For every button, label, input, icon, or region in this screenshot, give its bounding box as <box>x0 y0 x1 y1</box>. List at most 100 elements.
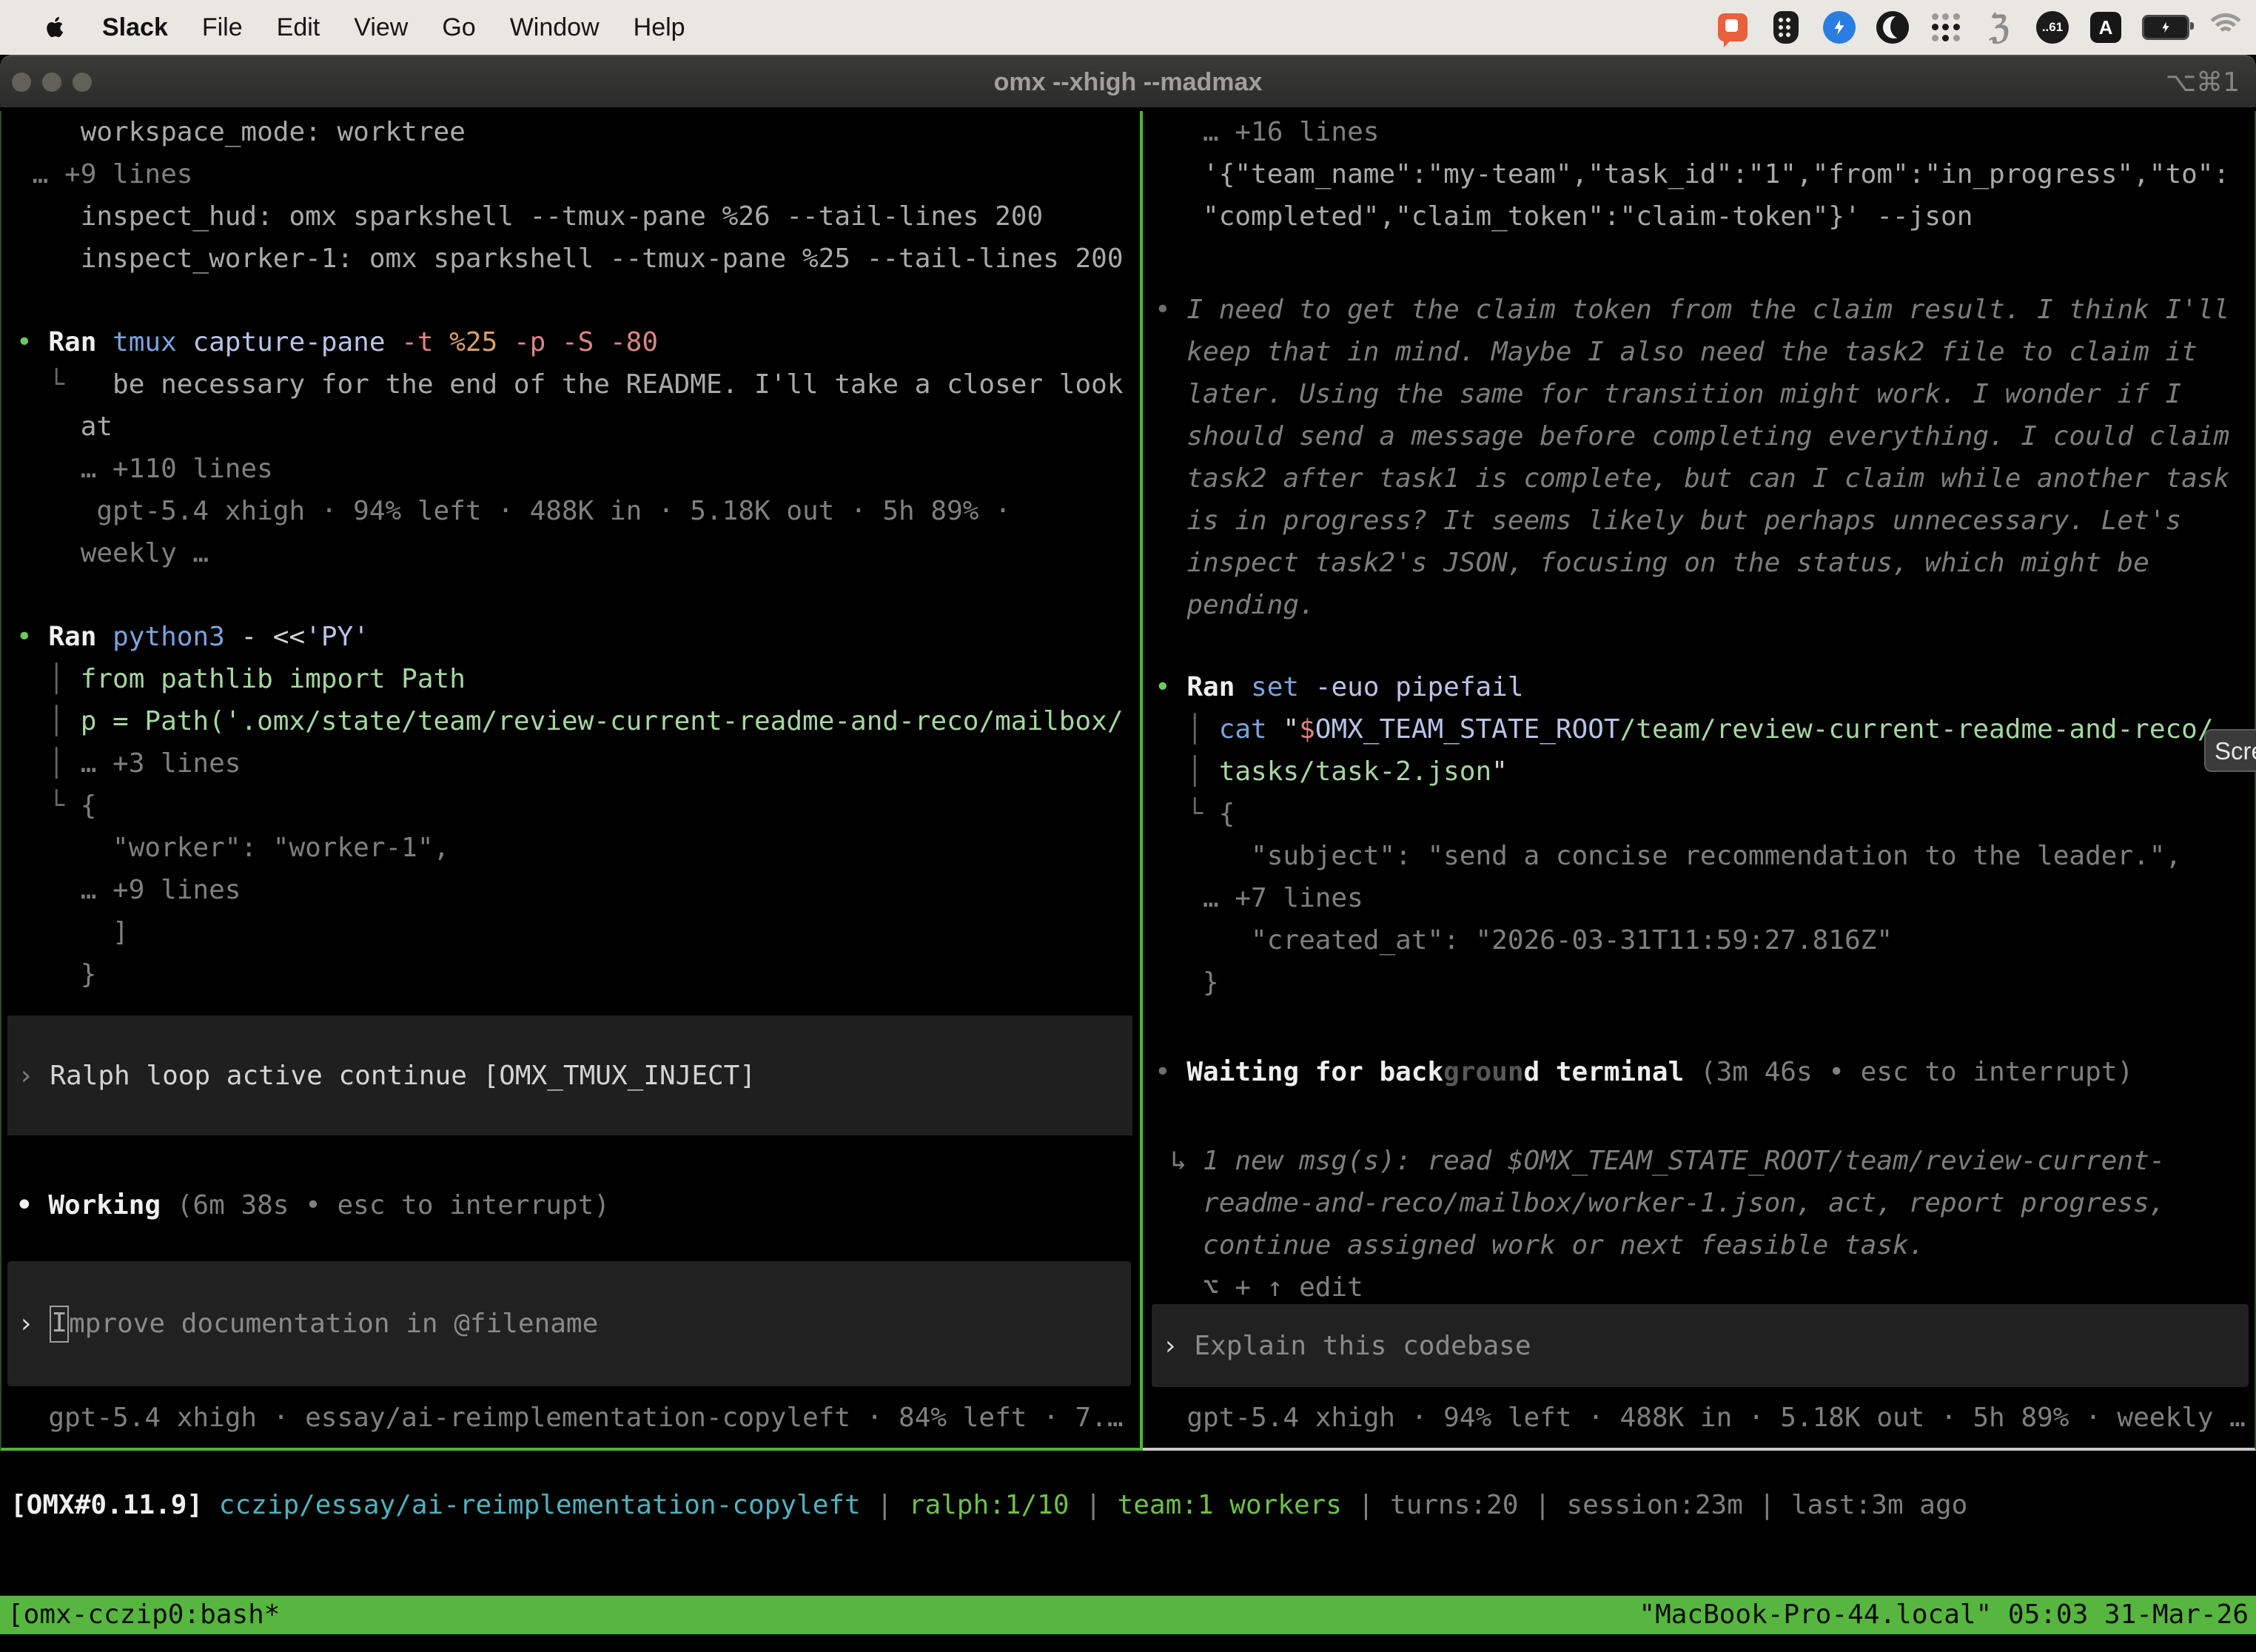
terminal-line: keep that in mind. Maybe I also need the… <box>1155 331 2229 373</box>
active-app-name[interactable]: Slack <box>102 13 168 42</box>
terminal-line: • I need to get the claim token from the… <box>1155 289 2229 331</box>
omx-session-status-line: [OMX#0.11.9] cczip/essay/ai-reimplementa… <box>10 1484 1967 1526</box>
terminal-line: later. Using the same for transition mig… <box>1155 373 2229 415</box>
terminal-line: … +7 lines <box>1155 877 2214 919</box>
tmux-session-name: [omx-cczip0:bash* <box>7 1596 280 1634</box>
menubar-status-icons: ℨ ..61 A <box>1716 10 2256 44</box>
terminal-line: gpt-5.4 xhigh · 94% left · 488K in · 5.1… <box>16 490 1124 532</box>
prompt-chevron-icon: › <box>1162 1331 1194 1361</box>
terminal-line: … +16 lines <box>1155 111 2229 153</box>
terminal-line: should send a message before completing … <box>1155 415 2229 457</box>
apple-menu-icon[interactable] <box>43 13 68 42</box>
terminal-line: • Ran set -euo pipefail <box>1155 666 2214 708</box>
terminal-line: … +110 lines <box>16 448 1124 490</box>
output-block-workspace: workspace_mode: worktree … +9 lines insp… <box>16 111 1124 280</box>
terminal-line: │ cat "$OMX_TEAM_STATE_ROOT/team/review-… <box>1155 708 2214 751</box>
terminal-line: │ from pathlib import Path <box>16 658 1124 700</box>
terminal-line: continue assigned work or next feasible … <box>1155 1224 2165 1266</box>
output-block-ran-python: • Ran python3 - <<'PY' │ from pathlib im… <box>16 616 1124 995</box>
terminal-line: • Working (6m 38s • esc to interrupt) <box>16 1184 610 1226</box>
working-status-line: • Working (6m 38s • esc to interrupt) <box>16 1184 610 1226</box>
terminal-line: • Waiting for background terminal (3m 46… <box>1155 1051 2133 1093</box>
window-titlebar: omx --xhigh --madmax ⌥⌘1 <box>0 55 2256 107</box>
shield-grid-icon[interactable] <box>1769 10 1803 44</box>
menu-item-help[interactable]: Help <box>634 13 685 42</box>
terminal-line: } <box>16 953 1124 995</box>
terminal-line: is in progress? It seems likely but perh… <box>1155 500 2229 542</box>
keyboard-layout-icon[interactable]: A <box>2089 10 2123 44</box>
macos-menubar: Slack File Edit View Go Window Help ℨ ..61 A <box>0 0 2256 55</box>
input-placeholder: mprove documentation in @filename <box>69 1309 598 1339</box>
menu-item-edit[interactable]: Edit <box>277 13 320 42</box>
terminal-line: inspect task2's JSON, focusing on the st… <box>1155 542 2229 584</box>
terminal-line: • Ran python3 - <<'PY' <box>16 616 1124 658</box>
terminal-line: ] <box>16 911 1124 953</box>
terminal-line: workspace_mode: worktree <box>16 111 1124 153</box>
terminal-line: ↳ 1 new msg(s): read $OMX_TEAM_STATE_ROO… <box>1155 1140 2165 1182</box>
menu-item-list: File Edit View Go Window Help <box>202 13 685 42</box>
screen-overlay-clipped: Scre <box>2204 729 2256 772</box>
terminal-line: ⌥ + ↑ edit <box>1155 1266 2165 1309</box>
terminal-line: … +9 lines <box>16 153 1124 195</box>
menu-item-go[interactable]: Go <box>442 13 475 42</box>
menu-item-view[interactable]: View <box>354 13 408 42</box>
terminal-line: "completed","claim_token":"claim-token"}… <box>1155 195 2229 238</box>
terminal-line: readme-and-reco/mailbox/worker-1.json, a… <box>1155 1182 2165 1224</box>
terminal-line: [OMX#0.11.9] cczip/essay/ai-reimplementa… <box>10 1484 1967 1526</box>
menu-item-window[interactable]: Window <box>510 13 600 42</box>
dragon-icon[interactable]: ℨ <box>1982 10 2016 44</box>
terminal-line: └ { <box>1155 793 2214 835</box>
output-block-ran-cat: • Ran set -euo pipefail │ cat "$OMX_TEAM… <box>1155 666 2214 1004</box>
terminal-line: inspect_hud: omx sparkshell --tmux-pane … <box>16 195 1124 238</box>
desktop-screen: Slack File Edit View Go Window Help ℨ ..61 A <box>0 0 2256 1652</box>
crescent-app-icon[interactable] <box>1876 10 1910 44</box>
reasoning-block: • I need to get the claim token from the… <box>1155 289 2229 626</box>
terminal-line: │ … +3 lines <box>16 742 1124 785</box>
model-status-line-right: gpt-5.4 xhigh · 94% left · 488K in · 5.1… <box>1155 1397 2246 1439</box>
terminal-line: gpt-5.4 xhigh · essay/ai-reimplementatio… <box>16 1397 1124 1439</box>
input-placeholder: Explain this codebase <box>1194 1331 1531 1361</box>
terminal-line: • Ran tmux capture-pane -t %25 -p -S -80 <box>16 321 1124 363</box>
tmux-status-bar: [omx-cczip0:bash* "MacBook-Pro-44.local"… <box>0 1596 2256 1634</box>
messenger-bolt-icon[interactable] <box>1822 10 1856 44</box>
window-title: omx --xhigh --madmax <box>0 56 2256 109</box>
terminal-line: └ be necessary for the end of the README… <box>16 363 1124 406</box>
terminal-line: task2 after task1 is complete, but can I… <box>1155 457 2229 500</box>
text-cursor: I <box>50 1306 69 1343</box>
terminal-line: pending. <box>1155 584 2229 626</box>
terminal-line: "subject": "send a concise recommendatio… <box>1155 835 2214 877</box>
terminal-line: weekly … <box>16 532 1124 574</box>
terminal-line: └ { <box>16 785 1124 827</box>
prompt-input-left[interactable]: › Improve documentation in @filename <box>7 1261 1131 1386</box>
output-block-json-tail: … +16 lines '{"team_name":"my-team","tas… <box>1155 111 2229 238</box>
terminal-line: at <box>16 406 1124 448</box>
terminal-pane-left[interactable]: workspace_mode: worktree … +9 lines insp… <box>0 111 1140 1451</box>
menu-item-file[interactable]: File <box>202 13 243 42</box>
mailbox-note-block: ↳ 1 new msg(s): read $OMX_TEAM_STATE_ROO… <box>1155 1140 2165 1309</box>
terminal-line: inspect_worker-1: omx sparkshell --tmux-… <box>16 238 1124 280</box>
terminal-line: … +9 lines <box>16 869 1124 911</box>
terminal-line: '{"team_name":"my-team","task_id":"1","f… <box>1155 153 2229 195</box>
terminal-line: "worker": "worker-1", <box>16 827 1124 869</box>
waiting-status-line: • Waiting for background terminal (3m 46… <box>1155 1051 2133 1093</box>
dots-grid-icon[interactable] <box>1929 10 1963 44</box>
model-status-line-left: gpt-5.4 xhigh · essay/ai-reimplementatio… <box>16 1397 1124 1439</box>
battery-charging-icon[interactable] <box>2142 10 2189 44</box>
terminal-line: "created_at": "2026-03-31T11:59:27.816Z" <box>1155 919 2214 961</box>
output-block-ran-tmux: • Ran tmux capture-pane -t %25 -p -S -80… <box>16 321 1124 574</box>
tmux-host-and-clock: "MacBook-Pro-44.local" 05:03 31-Mar-26 <box>1639 1596 2249 1634</box>
window-shortcut-badge: ⌥⌘1 <box>2166 56 2240 109</box>
terminal-window: workspace_mode: worktree … +9 lines insp… <box>0 107 2256 1652</box>
terminal-line: │ tasks/task-2.json" <box>1155 751 2214 793</box>
menubar-menus: Slack File Edit View Go Window Help <box>0 13 685 42</box>
terminal-line: } <box>1155 961 2214 1004</box>
ralph-loop-banner: › Ralph loop active continue [OMX_TMUX_I… <box>7 1015 1132 1135</box>
gauge-61-icon[interactable]: ..61 <box>2035 10 2069 44</box>
terminal-line: › Ralph loop active continue [OMX_TMUX_I… <box>18 1055 756 1097</box>
prompt-chevron-icon: › <box>18 1309 50 1339</box>
chat-bubble-icon[interactable] <box>1716 10 1750 44</box>
prompt-input-right[interactable]: › Explain this codebase <box>1152 1304 2249 1387</box>
wifi-icon[interactable] <box>2209 10 2243 44</box>
terminal-pane-right[interactable]: … +16 lines '{"team_name":"my-team","tas… <box>1143 111 2256 1451</box>
terminal-line: gpt-5.4 xhigh · 94% left · 488K in · 5.1… <box>1155 1397 2246 1439</box>
